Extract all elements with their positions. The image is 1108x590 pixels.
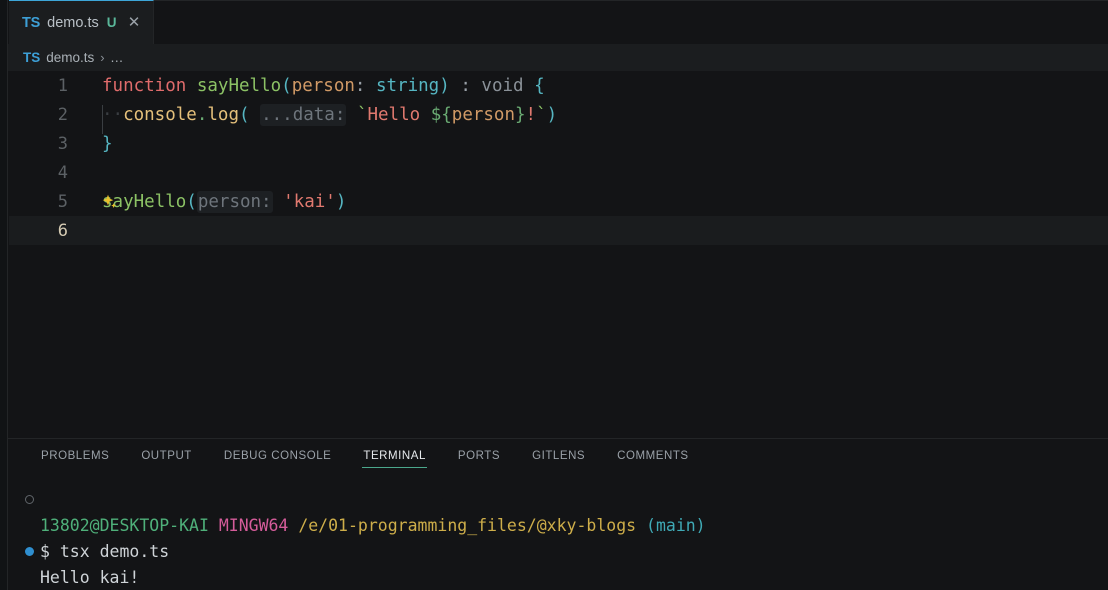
code-line-active: 6 bbox=[9, 216, 1108, 245]
token-method-log: log bbox=[207, 104, 239, 125]
typescript-file-icon: TS bbox=[23, 50, 41, 65]
token-brace-close: } bbox=[102, 133, 113, 154]
line-number: 1 bbox=[57, 75, 68, 96]
token-colon: : bbox=[354, 75, 366, 96]
code-line: 5 sayHello(person: 'kai') bbox=[9, 187, 1108, 216]
panel-tab-output[interactable]: OUTPUT bbox=[131, 439, 202, 474]
token-paren-close: ) bbox=[335, 191, 347, 212]
line-number: 2 bbox=[57, 104, 68, 125]
code-line: 4 bbox=[9, 158, 1108, 187]
command-decoration-ring-icon[interactable] bbox=[18, 494, 40, 504]
token-paren-close: ) bbox=[546, 104, 558, 125]
terminal-command-line: $ tsx demo.ts bbox=[9, 538, 1108, 564]
token-paren-close: ) bbox=[439, 75, 450, 96]
code-line: 3 } bbox=[9, 129, 1108, 158]
tab-bar-empty-area bbox=[154, 0, 1108, 44]
editor-tab-label: demo.ts bbox=[47, 14, 99, 31]
command-decoration-dot-icon[interactable] bbox=[18, 546, 40, 556]
line-number: 3 bbox=[57, 133, 68, 154]
token-paren-open: ( bbox=[186, 191, 197, 212]
bottom-panel: PROBLEMS OUTPUT DEBUG CONSOLE TERMINAL P… bbox=[0, 438, 1108, 590]
token-exclamation: ! bbox=[525, 104, 537, 125]
panel-tab-bar: PROBLEMS OUTPUT DEBUG CONSOLE TERMINAL P… bbox=[9, 439, 1108, 474]
git-status-badge: U bbox=[106, 15, 117, 30]
code-editor[interactable]: 1 function sayHello(person: string) : vo… bbox=[0, 71, 1108, 438]
typescript-file-icon: TS bbox=[22, 14, 41, 31]
terminal-output-text: Hello kai! bbox=[40, 567, 140, 587]
terminal-space bbox=[288, 516, 298, 535]
token-function-call: sayHello bbox=[102, 191, 187, 212]
breadcrumb-item-file[interactable]: demo.ts bbox=[46, 50, 94, 65]
token-string-literal: 'kai' bbox=[283, 191, 336, 212]
line-number: 4 bbox=[57, 162, 68, 183]
panel-tab-debug-console[interactable]: DEBUG CONSOLE bbox=[214, 439, 341, 474]
token-paren-open: ( bbox=[281, 75, 292, 96]
panel-tab-gitlens[interactable]: GITLENS bbox=[522, 439, 595, 474]
panel-tab-terminal[interactable]: TERMINAL bbox=[353, 439, 436, 474]
terminal-view[interactable]: 13802@DESKTOP-KAI MINGW64 /e/01-programm… bbox=[9, 474, 1108, 590]
code-line-content: } bbox=[77, 134, 113, 154]
token-dot: . bbox=[196, 104, 208, 125]
terminal-prompt-sigil: $ bbox=[40, 541, 50, 561]
close-icon[interactable]: ✕ bbox=[125, 14, 142, 31]
whitespace-dots: ·· bbox=[102, 104, 124, 125]
breadcrumb: TS demo.ts › ... bbox=[0, 44, 1108, 71]
inlay-hint-data[interactable]: ...data: bbox=[260, 103, 347, 126]
code-line: 1 function sayHello(person: string) : vo… bbox=[9, 71, 1108, 100]
token-backtick-close: ` bbox=[536, 104, 547, 125]
terminal-git-branch: (main) bbox=[646, 515, 706, 535]
code-line: 2 ··console.log( ...data: `Hello ${perso… bbox=[9, 100, 1108, 134]
editor-tab-demo-ts[interactable]: TS demo.ts U ✕ bbox=[9, 0, 155, 44]
terminal-space bbox=[636, 516, 646, 535]
terminal-output-line: Hello kai! bbox=[9, 564, 1108, 590]
token-interp-variable: person bbox=[451, 104, 515, 125]
token-return-type: void bbox=[481, 75, 524, 96]
terminal-prompt-line: 13802@DESKTOP-KAI MINGW64 /e/01-programm… bbox=[9, 512, 1108, 538]
token-paren-open: ( bbox=[239, 104, 250, 125]
terminal-user-host: 13802@DESKTOP-KAI bbox=[40, 515, 209, 535]
terminal-space bbox=[209, 516, 219, 535]
line-number: 6 bbox=[57, 220, 68, 241]
token-keyword-function: function bbox=[102, 75, 187, 96]
panel-tab-problems[interactable]: PROBLEMS bbox=[31, 439, 119, 474]
terminal-decoration-line bbox=[9, 486, 1108, 512]
terminal-shell-name: MINGW64 bbox=[218, 515, 289, 535]
token-function-name: sayHello bbox=[196, 75, 282, 96]
token-interp-open: ${ bbox=[430, 104, 452, 125]
line-number: 5 bbox=[57, 191, 68, 212]
code-line-content: function sayHello(person: string) : void… bbox=[77, 76, 545, 96]
activity-bar-edge bbox=[0, 0, 8, 590]
token-type-string: string bbox=[376, 75, 440, 96]
terminal-cwd-path: /e/01-programming_files/@xky-blogs bbox=[298, 515, 637, 535]
terminal-space bbox=[50, 542, 60, 561]
token-object-console: console bbox=[123, 104, 197, 125]
token-parameter: person bbox=[291, 75, 355, 96]
editor-tab-bar: TS demo.ts U ✕ bbox=[0, 0, 1108, 44]
token-brace-open: { bbox=[534, 75, 545, 96]
code-line-content: ··console.log( ...data: `Hello ${person}… bbox=[77, 103, 558, 134]
panel-tab-ports[interactable]: PORTS bbox=[448, 439, 510, 474]
vscode-window: TS demo.ts U ✕ TS demo.ts › ... 1 functi… bbox=[0, 0, 1108, 590]
code-line-content: sayHello(person: 'kai') bbox=[77, 190, 347, 213]
token-colon: : bbox=[460, 75, 471, 96]
inlay-hint-person[interactable]: person: bbox=[196, 190, 273, 213]
chevron-right-icon: › bbox=[100, 50, 105, 65]
token-interp-close: } bbox=[515, 104, 526, 125]
panel-tab-comments[interactable]: COMMENTS bbox=[607, 439, 698, 474]
token-backtick-open: ` bbox=[356, 104, 368, 125]
breadcrumb-item-overflow[interactable]: ... bbox=[111, 50, 124, 65]
terminal-command-text: tsx demo.ts bbox=[59, 541, 170, 561]
token-template-text: Hello bbox=[367, 104, 431, 125]
